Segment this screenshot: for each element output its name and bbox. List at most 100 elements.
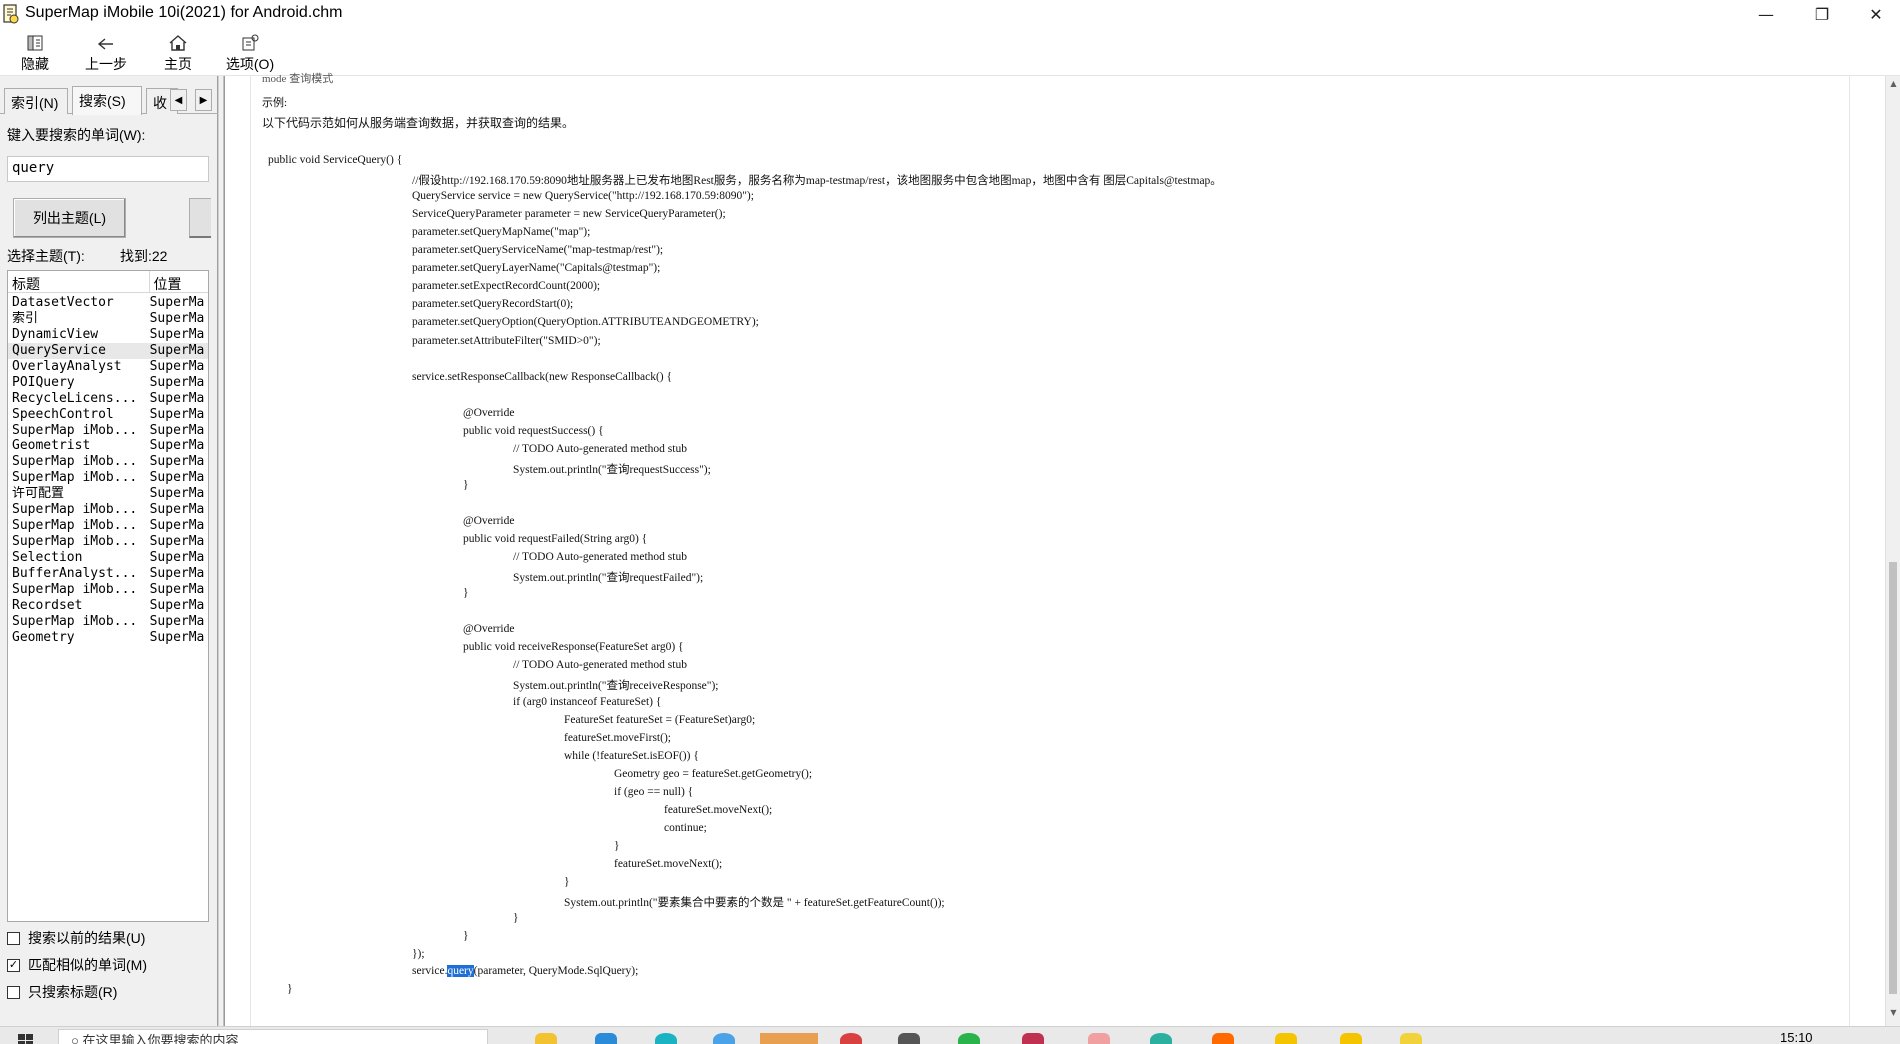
- result-location: SuperMa: [149, 534, 205, 550]
- list-item[interactable]: 许可配置 SuperMa: [8, 486, 208, 502]
- app-icon[interactable]: [595, 1033, 617, 1044]
- result-location: SuperMa: [149, 565, 205, 581]
- maximize-button[interactable]: ❐: [1794, 0, 1850, 28]
- app-icon[interactable]: [898, 1033, 920, 1044]
- active-app-icon[interactable]: [760, 1033, 818, 1044]
- code-line: parameter.setQueryOption(QueryOption.ATT…: [412, 316, 759, 329]
- example-intro: 以下代码示范如何从服务端查询数据，并获取查询的结果。: [262, 116, 575, 130]
- code-line: System.out.println("要素集合中要素的个数是 " + feat…: [564, 897, 945, 910]
- list-item[interactable]: DynamicView SuperMa: [8, 327, 208, 343]
- result-title: SuperMap iMob...: [12, 518, 138, 534]
- scroll-up-icon[interactable]: ▲: [1886, 79, 1900, 93]
- back-button[interactable]: 上一步: [82, 30, 130, 74]
- code-line: // TODO Auto-generated method stub: [513, 551, 687, 564]
- search-icon: ○: [71, 1033, 83, 1044]
- list-item[interactable]: DatasetVector SuperMa: [8, 295, 208, 311]
- tab-index[interactable]: 索引(N): [4, 88, 68, 114]
- list-item[interactable]: RecycleLicens... SuperMa: [8, 391, 208, 407]
- options-button[interactable]: 选项(O): [222, 30, 278, 74]
- list-item[interactable]: SpeechControl SuperMa: [8, 407, 208, 423]
- list-item[interactable]: Recordset SuperMa: [8, 598, 208, 614]
- option-search-previous[interactable]: 搜索以前的结果(U): [7, 928, 145, 948]
- wechat-icon[interactable]: [958, 1033, 980, 1044]
- toolbar: 隐藏 上一步 主页 选项(O): [0, 28, 1900, 76]
- code-line: //假设http://192.168.170.59:8090地址服务器上已发布地…: [412, 175, 1222, 188]
- list-item[interactable]: SuperMap iMob... SuperMa: [8, 423, 208, 439]
- checkbox-icon[interactable]: [7, 931, 20, 945]
- home-icon: [169, 35, 187, 51]
- app-icon[interactable]: [1275, 1033, 1297, 1044]
- content-scrollbar[interactable]: ▲ ▼: [1885, 76, 1900, 1026]
- checkbox-icon[interactable]: [7, 985, 20, 999]
- list-item[interactable]: BufferAnalyst... SuperMa: [8, 566, 208, 582]
- minimize-button[interactable]: —: [1738, 0, 1794, 28]
- app-icon[interactable]: [713, 1033, 735, 1044]
- column-title[interactable]: 标题: [8, 271, 150, 292]
- list-item[interactable]: Geometrist SuperMa: [8, 438, 208, 454]
- code-line: featureSet.moveNext();: [664, 803, 773, 816]
- list-topics-button[interactable]: 列出主题(L): [13, 198, 126, 238]
- app-icon[interactable]: [840, 1033, 862, 1044]
- tab-scroll-right-button[interactable]: ▶: [195, 89, 212, 111]
- result-location: SuperMa: [149, 518, 205, 534]
- list-item[interactable]: OverlayAnalyst SuperMa: [8, 359, 208, 375]
- list-item[interactable]: POIQuery SuperMa: [8, 375, 208, 391]
- list-item[interactable]: SuperMap iMob... SuperMa: [8, 534, 208, 550]
- code-line: parameter.setQueryMapName("map");: [412, 226, 591, 239]
- back-label: 上一步: [85, 56, 127, 72]
- parameter-row-partial: mode 查询模式: [262, 73, 334, 85]
- taskbar-search[interactable]: ○ 在这里输入你要搜索的内容: [58, 1029, 488, 1044]
- result-title: Recordset: [12, 597, 83, 613]
- list-item[interactable]: QueryService SuperMa: [8, 342, 208, 359]
- scroll-thumb[interactable]: [1889, 562, 1897, 994]
- hide-pane-icon: [27, 35, 43, 51]
- app-icon[interactable]: [1212, 1033, 1234, 1044]
- list-item[interactable]: SuperMap iMob... SuperMa: [8, 582, 208, 598]
- list-item[interactable]: Selection SuperMa: [8, 550, 208, 566]
- app-icon[interactable]: [1150, 1033, 1172, 1044]
- browser-icon[interactable]: [655, 1033, 677, 1044]
- code-line: });: [412, 948, 425, 961]
- code-line: parameter.setQueryLayerName("Capitals@te…: [412, 262, 661, 275]
- file-explorer-icon[interactable]: [535, 1033, 557, 1044]
- list-item[interactable]: Geometry SuperMa: [8, 630, 208, 646]
- list-item[interactable]: 索引 SuperMa: [8, 311, 208, 327]
- chm-app-icon[interactable]: [1400, 1033, 1422, 1044]
- home-button[interactable]: 主页: [160, 30, 196, 74]
- search-input[interactable]: query: [7, 156, 209, 182]
- column-location[interactable]: 位置: [150, 271, 208, 292]
- app-icon[interactable]: [1088, 1033, 1110, 1044]
- close-button[interactable]: ✕: [1848, 0, 1900, 28]
- hide-button[interactable]: 隐藏: [14, 30, 56, 74]
- list-item[interactable]: SuperMap iMob... SuperMa: [8, 518, 208, 534]
- display-button[interactable]: [189, 198, 211, 238]
- start-icon[interactable]: [18, 1031, 34, 1044]
- search-highlight: query: [447, 965, 474, 977]
- code-line: @Override: [463, 515, 515, 527]
- option-match-similar[interactable]: ✓ 匹配相似的单词(M): [7, 955, 147, 975]
- code-line: while (!featureSet.isEOF()) {: [564, 749, 699, 762]
- list-item[interactable]: SuperMap iMob... SuperMa: [8, 502, 208, 518]
- checkbox-checked-icon[interactable]: ✓: [7, 958, 20, 972]
- result-title: Geometrist: [12, 438, 91, 454]
- code-line: System.out.println("查询requestFailed");: [513, 572, 704, 585]
- app-icon[interactable]: [1022, 1033, 1044, 1044]
- tab-search[interactable]: 搜索(S): [72, 86, 142, 115]
- option-titles-only[interactable]: 只搜索标题(R): [7, 982, 117, 1002]
- result-location: SuperMa: [149, 295, 205, 310]
- code-line: }: [463, 930, 469, 943]
- result-location: SuperMa: [149, 454, 205, 470]
- result-title: DynamicView: [12, 326, 99, 342]
- code-line: }: [564, 876, 570, 888]
- scroll-down-icon[interactable]: ▼: [1886, 1008, 1900, 1022]
- select-topic-label: 选择主题(T):: [7, 248, 85, 264]
- result-title: BufferAnalyst...: [12, 565, 138, 581]
- list-item[interactable]: SuperMap iMob... SuperMa: [8, 614, 208, 630]
- hide-label: 隐藏: [21, 56, 49, 72]
- tab-scroll-left-button[interactable]: ◀: [170, 89, 187, 111]
- list-item[interactable]: SuperMap iMob... SuperMa: [8, 454, 208, 470]
- search-results-list[interactable]: 标题 位置 DatasetVector SuperMa 索引 SuperMa Dynam…: [7, 270, 209, 922]
- code-line: @Override: [463, 623, 515, 636]
- list-item[interactable]: SuperMap iMob... SuperMa: [8, 470, 208, 486]
- app-icon[interactable]: [1340, 1033, 1362, 1044]
